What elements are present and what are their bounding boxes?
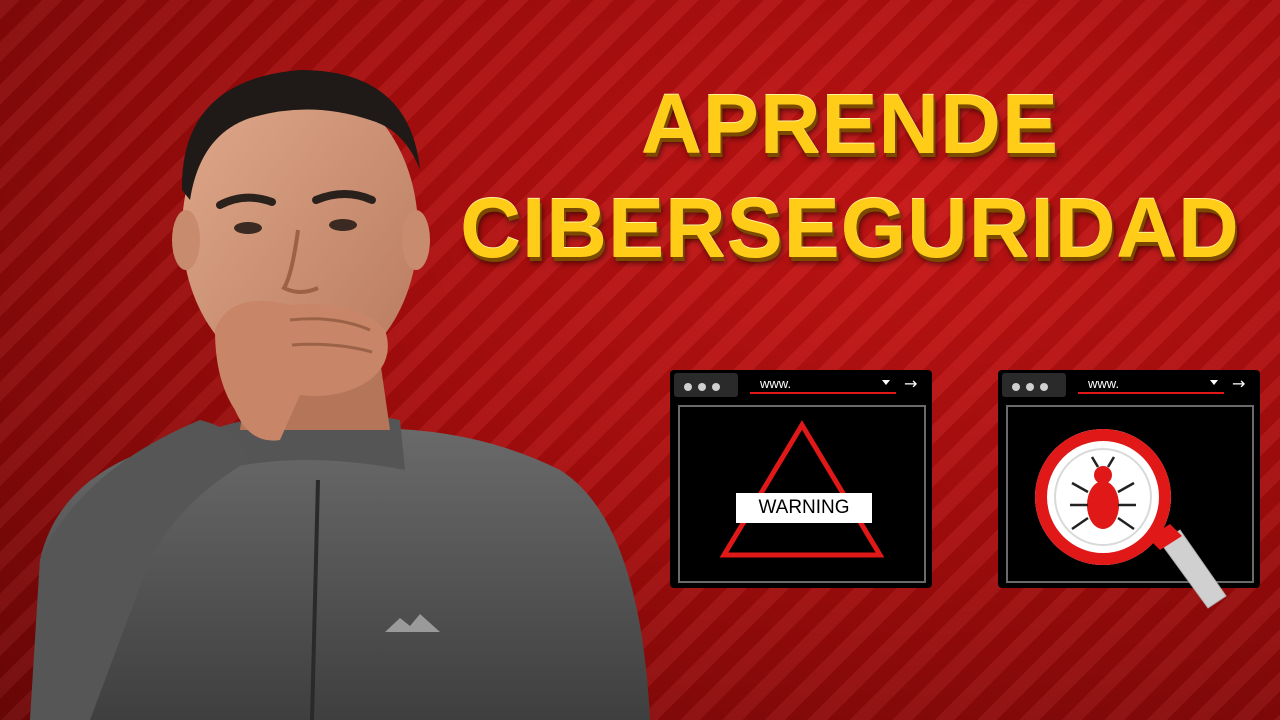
magnifier-handle-icon [1148,524,1227,609]
window-dot-icon [684,383,692,391]
browser-window-warning: www. → WARNING [670,370,932,588]
headline-line-1: APRENDE [641,77,1059,171]
thumbnail: APRENDE CIBERSEGURIDAD www. → WARNING ww… [0,0,1280,720]
headline: APRENDE CIBERSEGURIDAD [420,72,1280,280]
browser-window-bug-scan: www. → [998,370,1260,609]
headline-line-2: CIBERSEGURIDAD [460,181,1240,275]
address-bar-text: www. [760,376,792,391]
window-controls [674,373,738,397]
address-bar-underline [750,392,896,394]
window-dot-icon [698,383,706,391]
address-dropdown-icon [882,380,890,385]
browser-titlebar: www. → [670,370,932,400]
go-arrow-icon: → [904,374,918,393]
browser-viewport: WARNING [678,405,926,583]
window-dot-icon [712,383,720,391]
warning-label: WARNING [736,493,872,523]
